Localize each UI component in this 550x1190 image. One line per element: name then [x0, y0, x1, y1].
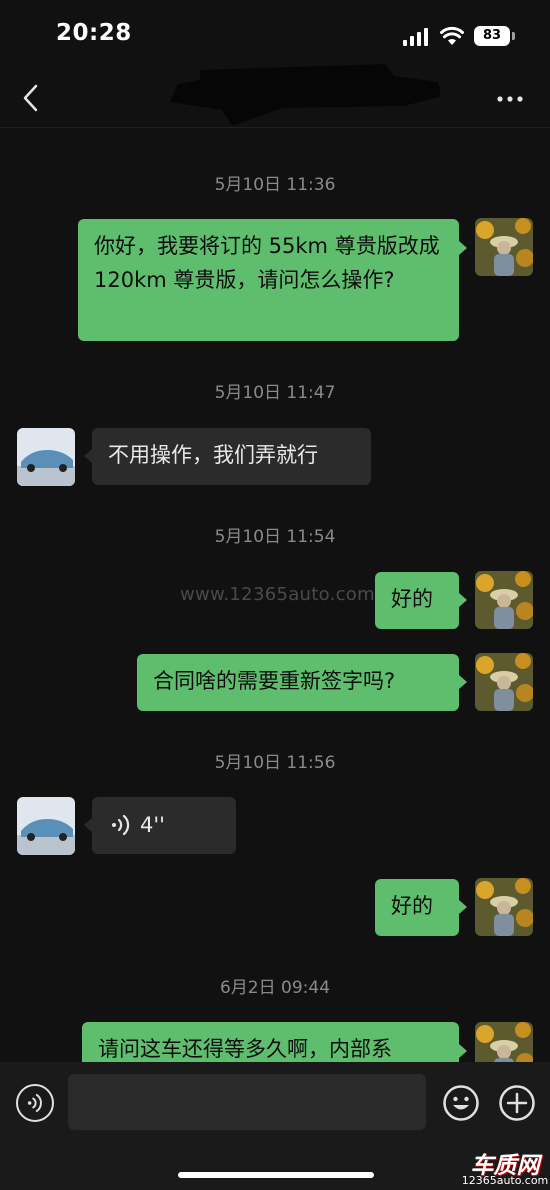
message-bubble[interactable]: 你好，我要将订的 55km 尊贵版改成 120km 尊贵版，请问怎么操作? [78, 219, 459, 341]
message-text: 你好，我要将订的 55km 尊贵版改成 120km 尊贵版，请问怎么操作? [94, 234, 440, 292]
user-avatar[interactable] [475, 218, 533, 276]
message-text: 不用操作，我们弄就行 [108, 443, 318, 467]
chevron-left-icon[interactable] [14, 78, 50, 118]
message-bubble[interactable]: 不用操作，我们弄就行 [92, 428, 371, 485]
voice-message[interactable]: 4'' [92, 797, 236, 854]
signal-icon [403, 28, 428, 46]
message-text: 请问这车还得等多久啊，内部系 [98, 1037, 392, 1061]
status-time: 20:28 [56, 20, 132, 46]
bubble-tail [459, 675, 467, 689]
bubble-tail [459, 900, 467, 914]
bubble-tail [459, 593, 467, 607]
bubble-tail [84, 449, 92, 463]
redacted-title [170, 64, 440, 126]
partial-message-clip: 请问这车还得等多久啊，内部系 [0, 1010, 550, 1062]
bubble-tail [459, 1044, 467, 1058]
battery-tip [512, 32, 515, 40]
contact-avatar[interactable] [17, 428, 75, 486]
status-bar: 20:28 83 [0, 0, 550, 70]
input-bar: 车质网 12365auto.com [0, 1062, 550, 1190]
brand-logo: 车质网 12365auto.com [460, 1146, 550, 1190]
bubble-tail [84, 818, 92, 832]
watermark: www.12365auto.com [180, 584, 375, 605]
user-avatar[interactable] [475, 653, 533, 711]
message-text: 好的 [391, 894, 433, 918]
contact-avatar[interactable] [17, 797, 75, 855]
timestamp: 5月10日 11:47 [214, 383, 336, 403]
voice-icon[interactable] [16, 1084, 54, 1122]
home-indicator [178, 1172, 374, 1178]
message-text: 好的 [391, 587, 433, 611]
battery-icon: 83 [474, 26, 510, 46]
plus-icon[interactable] [498, 1084, 536, 1122]
timestamp: 5月10日 11:54 [214, 527, 336, 547]
brand-url: 12365auto.com [461, 1174, 549, 1187]
message-input[interactable] [68, 1074, 426, 1130]
bubble-tail [459, 241, 467, 255]
timestamp: 6月2日 09:44 [219, 978, 331, 998]
message-bubble[interactable]: 好的 [375, 879, 459, 936]
message-bubble[interactable]: 好的 [375, 572, 459, 629]
message-text: 合同啥的需要重新签字吗? [153, 669, 396, 693]
user-avatar[interactable] [475, 1022, 533, 1062]
more-dots-icon[interactable] [490, 84, 530, 114]
emoji-icon[interactable] [442, 1084, 480, 1122]
user-avatar[interactable] [475, 878, 533, 936]
wifi-icon [440, 26, 464, 45]
user-avatar[interactable] [475, 571, 533, 629]
timestamp: 5月10日 11:36 [214, 175, 336, 195]
message-bubble[interactable]: 合同啥的需要重新签字吗? [137, 654, 459, 711]
voice-wave-icon [112, 814, 130, 836]
message-bubble[interactable]: 请问这车还得等多久啊，内部系 [82, 1022, 459, 1062]
voice-duration: 4'' [140, 813, 165, 837]
timestamp: 5月10日 11:56 [214, 753, 336, 773]
